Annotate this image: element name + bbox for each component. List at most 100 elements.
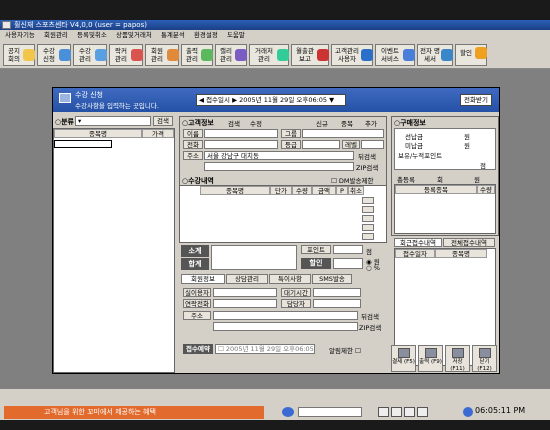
sound-icon[interactable]	[378, 407, 389, 417]
network-icon[interactable]	[391, 407, 402, 417]
cancel-row-button[interactable]	[362, 215, 374, 222]
fkey-button-0[interactable]: 결제 (F5)	[391, 345, 416, 372]
menu-user[interactable]: 사용자기능	[5, 31, 35, 39]
window-title: 휠신재 스포츠센타 V4,0,0 (user = papos)	[14, 21, 147, 29]
dup-button[interactable]: 중복	[341, 118, 353, 128]
toolbar-button-10[interactable]: 이벤트 서비스	[375, 44, 415, 66]
toolbar-label: 락커 관리	[115, 47, 127, 63]
name-field[interactable]	[204, 129, 278, 138]
address-label: 주소	[183, 151, 203, 160]
event-icon	[403, 49, 415, 61]
member-address-field[interactable]	[213, 311, 358, 320]
toolbar-button-4[interactable]: 회원 관리	[145, 44, 179, 66]
fkey-label: 출력 (F9)	[419, 359, 442, 365]
toolbar-button-7[interactable]: 거래처 관리	[249, 44, 289, 66]
manager-select[interactable]	[313, 299, 361, 308]
fkey-icon	[397, 348, 410, 358]
address-field[interactable]: 서울 강남구 대치동	[204, 151, 354, 160]
cancel-row-button[interactable]	[362, 206, 374, 213]
percent-radio[interactable]: ○ %	[366, 264, 380, 272]
toolbar-button-12[interactable]: 할인	[455, 44, 487, 66]
col-price: 가격	[142, 129, 174, 138]
menu-register[interactable]: 등록및취소	[77, 31, 107, 39]
total-amount-field	[211, 245, 297, 270]
toolbar-button-3[interactable]: 락커 관리	[109, 44, 143, 66]
wait-time-select[interactable]	[313, 288, 361, 297]
toolbar-button-11[interactable]: 전자 명세서	[417, 44, 453, 66]
fkey-button-3[interactable]: 닫기 (F12)	[472, 345, 497, 372]
total-label: 합계	[181, 258, 209, 270]
cancel-row-button[interactable]	[362, 233, 374, 240]
grade-select[interactable]	[302, 140, 340, 149]
col-item-name: 종목명	[54, 129, 142, 138]
member-tab-1[interactable]: 상담관리	[226, 274, 268, 284]
menu-products[interactable]: 상품및거래처	[116, 31, 152, 39]
toolbar-button-0[interactable]: 공지 회의	[3, 44, 35, 66]
question-icon	[361, 49, 373, 61]
promo-banner[interactable]: 고객님을 위한 꼬미에서 제공하는 혜택	[4, 406, 264, 419]
group-select[interactable]	[302, 129, 384, 138]
tab-search[interactable]: 검색	[228, 118, 240, 128]
category-select[interactable]: ▾	[75, 116, 151, 126]
tab-edit[interactable]: 수정	[250, 118, 262, 128]
point-field[interactable]	[333, 245, 363, 254]
points-unit: 점	[480, 162, 486, 170]
selected-row[interactable]	[54, 140, 112, 148]
toolbar-button-6[interactable]: 캘리 관리	[215, 44, 247, 66]
ime-icon[interactable]	[404, 407, 415, 417]
contact-field[interactable]	[213, 299, 277, 308]
address-search-button[interactable]: 뒤검색	[358, 151, 376, 161]
toolbar-button-9[interactable]: 고객관리 사용자	[331, 44, 373, 66]
subtotal-label: 소계	[181, 245, 209, 257]
discount-field[interactable]	[333, 258, 363, 269]
clock: 06:05:11 PM	[475, 406, 526, 415]
toolbar-label: 월출관 보고	[296, 47, 314, 63]
category-list[interactable]	[53, 128, 175, 373]
status-input[interactable]	[298, 407, 362, 417]
member-zip-search[interactable]: ZIP검색	[359, 322, 381, 332]
toolbar-button-8[interactable]: 월출관 보고	[291, 44, 329, 66]
phone-field[interactable]	[204, 140, 278, 149]
new-button[interactable]: 신규	[316, 118, 328, 128]
report-icon	[317, 49, 329, 61]
toolbar-button-2[interactable]: 수강 관리	[73, 44, 107, 66]
zip-search-button[interactable]: ZIP검색	[356, 162, 378, 172]
member-tab-3[interactable]: SMS발송	[312, 274, 352, 284]
member-tab-0[interactable]: 회원정보	[181, 274, 225, 284]
cancel-row-button[interactable]	[362, 197, 374, 204]
recent-history-tab[interactable]: 회근접수내역	[394, 238, 442, 247]
member-address-search[interactable]: 뒤검색	[361, 311, 379, 321]
toolbar-label: 캘리 관리	[220, 47, 232, 63]
actual-user-field[interactable]	[213, 288, 277, 297]
toolbar-button-1[interactable]: 수강 신청	[37, 44, 71, 66]
member-address-detail[interactable]	[213, 322, 358, 331]
tray-icon[interactable]	[417, 407, 428, 417]
category-search-button[interactable]: 검색	[153, 116, 173, 126]
level-select[interactable]	[361, 140, 384, 149]
dm-limit-checkbox[interactable]: ☐ DM발송제한	[331, 175, 373, 185]
globe-icon[interactable]	[282, 407, 294, 417]
member-address-label: 주소	[183, 311, 211, 320]
toolbar-label: 수강 신청	[43, 47, 55, 63]
menu-stats[interactable]: 통계분석	[161, 31, 185, 39]
receipt-reserve-field[interactable]: ☐ 2005년 11월 29일 오후06:05	[215, 344, 315, 354]
phone-receive-button[interactable]: 전화받기	[460, 94, 492, 106]
receipt-datetime[interactable]: ◀ 접수일시 ▶ 2005년 11월 29일 오후06:05 ▼	[196, 94, 346, 106]
member-tab-2[interactable]: 특이사항	[269, 274, 311, 284]
toolbar-button-5[interactable]: 출력 관리	[181, 44, 213, 66]
menu-member[interactable]: 회원관리	[44, 31, 68, 39]
group-label: 그룹	[281, 129, 301, 138]
notify-limit-checkbox[interactable]: 알림제한 ☐	[329, 345, 361, 355]
menu-settings[interactable]: 환경설정	[194, 31, 218, 39]
print-icon	[201, 49, 213, 61]
all-history-tab[interactable]: 전체접수내역	[443, 238, 495, 247]
manager-label: 담당자	[281, 299, 311, 308]
partner-icon	[277, 49, 289, 61]
fkey-button-1[interactable]: 출력 (F9)	[418, 345, 443, 372]
cancel-row-button[interactable]	[362, 224, 374, 231]
members-icon	[167, 49, 179, 61]
add-button[interactable]: 추가	[365, 118, 377, 128]
menu-help[interactable]: 도움말	[227, 31, 245, 39]
fkey-button-2[interactable]: 저장 (F11)	[445, 345, 470, 372]
address-detail-field[interactable]	[204, 162, 354, 171]
